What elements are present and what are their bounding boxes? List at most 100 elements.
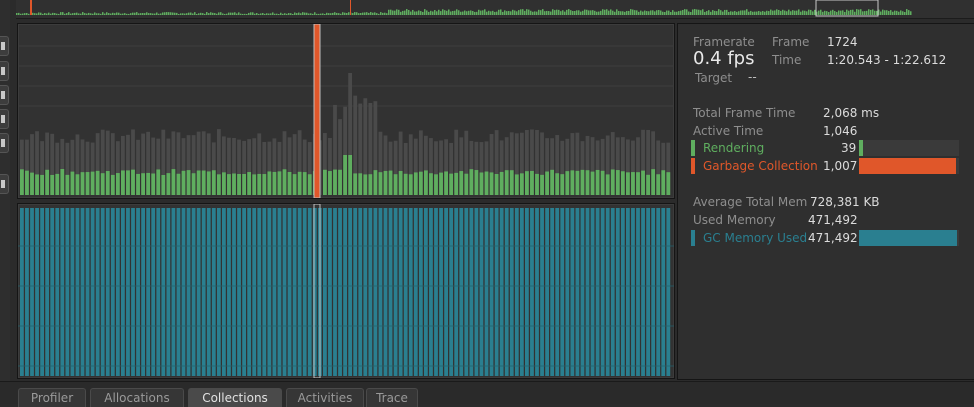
overview-bar: [184, 13, 186, 15]
overview-bar: [452, 10, 454, 15]
timeline-overview[interactable]: [16, 0, 974, 19]
frame-bar-rendering: [600, 170, 605, 195]
overview-bar: [552, 9, 554, 15]
frame-bar-rendering: [595, 169, 600, 195]
memory-bar: [626, 208, 630, 376]
overview-bar: [168, 12, 170, 15]
frame-bar-rendering: [333, 169, 337, 195]
frame-bar-rendering: [646, 174, 650, 195]
frame-bar-rendering: [186, 170, 191, 195]
overview-bar: [812, 11, 814, 15]
overview-bar: [594, 10, 596, 15]
frame-bar-rendering: [75, 174, 80, 195]
target-value: --: [748, 70, 757, 84]
overview-bar: [576, 10, 578, 15]
frame-bar-rendering: [661, 170, 666, 195]
overview-bar: [410, 11, 412, 15]
rail-button-2[interactable]: [0, 61, 9, 81]
overview-bar: [740, 10, 742, 15]
overview-bar: [396, 9, 398, 15]
memory-bar: [413, 208, 418, 376]
overview-bar: [192, 13, 194, 15]
memory-bar: [126, 208, 130, 376]
memory-bar: [368, 208, 373, 376]
overview-bar: [64, 13, 66, 15]
frame-time-chart[interactable]: [17, 23, 675, 199]
frame-bar-rendering: [555, 173, 560, 195]
rail-button-3[interactable]: [0, 85, 9, 105]
memory-bar: [479, 208, 484, 376]
frame-bar-rendering: [282, 169, 287, 195]
memory-bar: [429, 208, 433, 376]
overview-bar: [908, 10, 910, 15]
overview-bar: [518, 10, 520, 15]
overview-bar: [122, 13, 124, 15]
overview-bar: [584, 9, 586, 15]
overview-bar: [708, 10, 710, 15]
overview-bar: [910, 11, 912, 15]
overview-bar: [146, 12, 148, 15]
overview-bar: [762, 11, 764, 15]
memory-bar: [257, 208, 262, 376]
overview-bar: [172, 12, 174, 15]
gc-memory-bar: [859, 230, 959, 246]
frame-bar-rendering: [302, 172, 307, 195]
overview-bar: [764, 11, 766, 15]
gc-bar-fill: [859, 158, 957, 174]
overview-bar: [360, 13, 362, 15]
overview-bar: [82, 12, 84, 15]
memory-bar: [211, 208, 216, 376]
rail-button-4[interactable]: [0, 109, 9, 129]
overview-bar: [854, 11, 856, 15]
memory-bar: [338, 208, 342, 376]
overview-bar: [292, 13, 294, 15]
overview-bar: [548, 11, 550, 15]
overview-bar: [206, 12, 208, 15]
memory-bar: [545, 208, 549, 376]
memory-bar: [176, 208, 181, 376]
frame-bar-rendering: [267, 171, 272, 195]
overview-bar: [142, 13, 144, 15]
overview-bar: [364, 12, 366, 15]
memory-bar: [424, 208, 428, 376]
overview-bar: [110, 13, 112, 15]
tab-trace[interactable]: Trace: [366, 388, 418, 407]
frame-bar-rendering: [307, 174, 312, 195]
overview-bar: [866, 10, 868, 15]
overview-bar: [44, 13, 46, 15]
overview-bar: [300, 13, 302, 15]
tab-allocations[interactable]: Allocations: [90, 388, 184, 407]
memory-bar: [216, 208, 221, 376]
tab-profiler[interactable]: Profiler: [18, 388, 86, 407]
memory-bar: [378, 208, 383, 376]
overview-bar: [688, 11, 690, 15]
overview-bar: [768, 11, 770, 15]
memory-bar: [75, 208, 80, 376]
overview-bar: [18, 12, 20, 15]
tab-activities[interactable]: Activities: [286, 388, 364, 407]
rail-button-1[interactable]: [0, 36, 9, 56]
overview-bar: [318, 13, 320, 15]
overview-bar: [460, 11, 462, 15]
frame-bar-rendering: [222, 172, 226, 195]
overview-bar: [176, 12, 178, 15]
memory-bar: [651, 208, 656, 376]
overview-bar: [726, 9, 728, 15]
overview-bar: [312, 13, 314, 15]
frame-bar-rendering: [252, 174, 257, 195]
overview-bar: [454, 10, 456, 15]
rail-button-6[interactable]: [0, 174, 9, 194]
overview-bar: [148, 13, 150, 15]
rail-button-5[interactable]: [0, 133, 9, 153]
tab-collections[interactable]: Collections: [188, 388, 282, 407]
frame-bar-rendering: [626, 172, 630, 195]
memory-chart[interactable]: [17, 203, 675, 379]
overview-bar: [316, 13, 318, 15]
overview-bar: [128, 13, 130, 15]
overview-bar: [254, 13, 256, 15]
overview-bar: [162, 12, 164, 15]
time-label: Time: [772, 53, 802, 67]
memory-bar: [186, 208, 191, 376]
overview-bar: [550, 11, 552, 15]
overview-bar: [850, 9, 852, 15]
